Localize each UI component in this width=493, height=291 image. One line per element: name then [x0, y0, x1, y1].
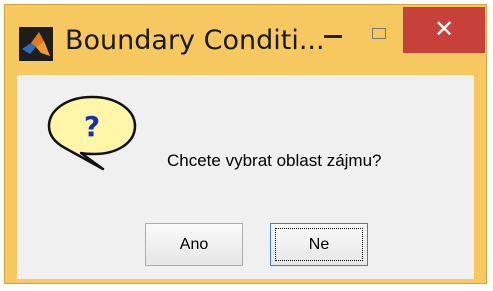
matlab-logo-icon: [19, 27, 53, 61]
maximize-button[interactable]: [357, 13, 401, 53]
close-icon: ✕: [433, 16, 455, 43]
maximize-icon: [372, 27, 386, 39]
minimize-icon: [324, 34, 342, 38]
close-button[interactable]: ✕: [403, 7, 485, 53]
no-button[interactable]: Ne: [270, 223, 368, 266]
yes-button-label: Ano: [179, 235, 209, 253]
yes-button[interactable]: Ano: [145, 223, 243, 266]
question-icon: ?: [47, 95, 137, 171]
window-title: Boundary Conditi...: [65, 25, 325, 56]
minimize-button[interactable]: [311, 13, 355, 53]
dialog-content: ? Chcete vybrat oblast zájmu? Ano Ne: [17, 75, 474, 279]
svg-text:?: ?: [84, 110, 100, 143]
focus-outline: [275, 228, 363, 261]
title-bar[interactable]: Boundary Conditi... ✕: [5, 5, 486, 75]
dialog-window: Boundary Conditi... ✕ ? Chcete vybrat ob…: [4, 4, 487, 284]
dialog-message: Chcete vybrat oblast zájmu?: [167, 151, 382, 170]
